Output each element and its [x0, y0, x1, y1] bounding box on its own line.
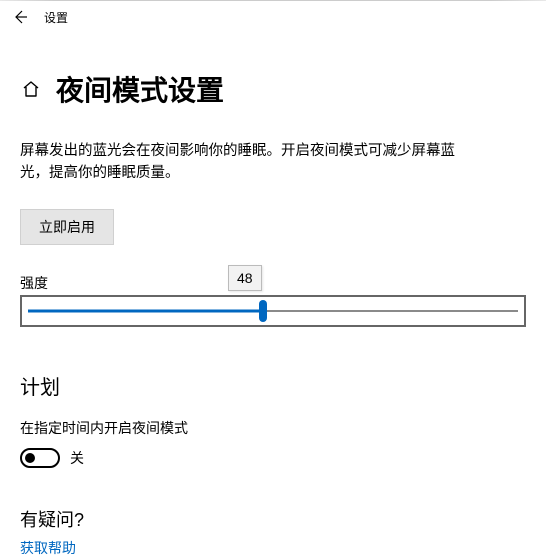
schedule-description: 在指定时间内开启夜间模式	[20, 418, 526, 438]
slider-value-tooltip: 48	[228, 265, 262, 291]
toggle-state-label: 关	[70, 448, 84, 468]
toggle-knob	[25, 453, 35, 463]
schedule-heading: 计划	[20, 371, 526, 400]
slider-track-fill	[28, 309, 263, 312]
back-button[interactable]	[6, 9, 34, 25]
title-bar: 设置	[0, 1, 546, 33]
home-icon	[21, 79, 41, 99]
slider-label: 强度	[20, 273, 526, 293]
get-help-link[interactable]: 获取帮助	[20, 538, 526, 558]
home-button[interactable]	[20, 78, 42, 100]
page-heading: 夜间模式设置	[56, 69, 224, 109]
enable-now-button[interactable]: 立即启用	[20, 209, 114, 245]
window-title: 设置	[44, 9, 68, 26]
slider-thumb[interactable]	[259, 300, 267, 322]
help-heading: 有疑问?	[20, 506, 526, 532]
page-description: 屏幕发出的蓝光会在夜间影响你的睡眠。开启夜间模式可减少屏幕蓝光，提高你的睡眠质量…	[20, 141, 480, 185]
strength-slider[interactable]	[20, 295, 526, 327]
arrow-left-icon	[12, 9, 28, 25]
schedule-toggle[interactable]	[20, 448, 60, 468]
